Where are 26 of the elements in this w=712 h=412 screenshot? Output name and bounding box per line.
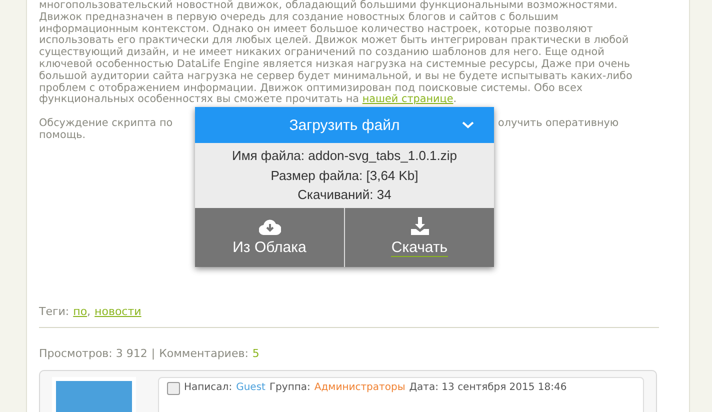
article-text: Обсуждение скрипта по: [39, 118, 173, 130]
tag-link[interactable]: по: [73, 306, 88, 318]
popup-title: Загрузить файл: [289, 116, 400, 134]
article-text: многопользовательский новостной движок, обладающий большими функциональными возможностями. Движок предназначен в первую очередь для создание новостных блогов и сайтов с большим информационным контекстом. Однако он имеет большое количество настроек, которые позволяют использовать его практически для любых целей. Движок может быть интегрирован практически в любой существующий дизайн, и не имеет никаких ограничений по созданию шаблонов для него. Еще одной ключевой особенностью DataLife Engine является низкая нагрузка на системные ресурсы, Даже при очень большой аудитории сайта нагрузка не сервер будет минимальной, и вы не будете испытывать каких-либо проблем с отображением информации. Движок оптимизирован под поисковые системы. Обо всех функциональных особенностях вы сможете прочитать на нашей странице.: [39, 0, 634, 106]
stats-separator: |: [151, 348, 156, 360]
download-count: Скачиваний: 34: [298, 186, 392, 204]
group-label: Группа:: [269, 382, 310, 394]
group-name: Администраторы: [314, 382, 406, 394]
file-name: Имя файла: addon-svg_tabs_1.0.1.zip: [232, 147, 458, 165]
tag-link[interactable]: новости: [94, 306, 142, 318]
page-link[interactable]: нашей странице: [362, 93, 454, 106]
article-text: помощь.: [39, 128, 86, 141]
tags-label: Теги:: [39, 306, 70, 318]
file-size: Размер файла: [3,64 Kb]: [270, 166, 418, 185]
comment-date: Дата: 13 сентября 2015 18:46: [409, 382, 567, 394]
download-icon: [410, 217, 428, 235]
cloud-download-icon: [258, 218, 280, 234]
views-count: Просмотров: 3 912: [39, 348, 148, 360]
comments-count: 5: [252, 348, 260, 360]
author-label: Написал:: [184, 382, 232, 394]
comments-label: Комментариев:: [159, 348, 248, 360]
author-link[interactable]: Guest: [236, 382, 266, 394]
article-text: олучить оперативную: [498, 118, 619, 130]
checkbox[interactable]: [167, 382, 180, 395]
tag-separator: ,: [87, 306, 91, 318]
chevron-icon[interactable]: [462, 121, 474, 129]
